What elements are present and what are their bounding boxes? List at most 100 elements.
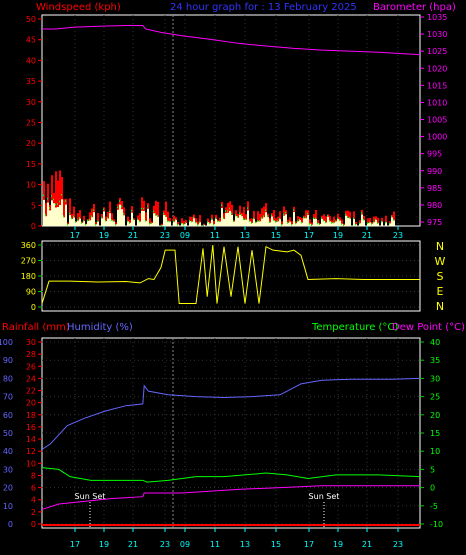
rain-tick-label: 8: [31, 471, 36, 480]
wind-avg-bar: [285, 214, 287, 226]
wind-avg-bar: [117, 209, 119, 226]
gust-point: [341, 223, 342, 225]
gust-point: [245, 218, 246, 220]
gust-point: [111, 219, 112, 221]
gust-point: [275, 221, 276, 223]
wind-avg-bar: [347, 217, 349, 226]
wind-avg-bar: [217, 221, 219, 226]
sunset-label: Sun Set: [75, 492, 106, 501]
wind-avg-bar: [87, 220, 89, 226]
rain-tick-label: 2: [31, 508, 36, 517]
dir-y-tick-label: 90: [26, 288, 36, 297]
gust-point: [361, 212, 362, 214]
rain-tick-label: 0: [31, 520, 36, 529]
gust-point: [239, 212, 240, 215]
gust-point: [121, 205, 122, 208]
gust-point: [253, 217, 254, 220]
gust-point: [59, 200, 60, 203]
dir-y-tick-label: 270: [21, 257, 36, 266]
gust-point: [127, 220, 128, 223]
gust-point: [133, 218, 134, 221]
gust-point: [377, 222, 378, 225]
wind-avg-bar: [123, 215, 125, 226]
gust-point: [67, 223, 68, 226]
gust-point: [177, 224, 178, 226]
windspeed-header: Windspeed (kph): [36, 2, 121, 13]
wind-x-tick-label: 19: [333, 231, 343, 240]
humidity-header: Humidity (%): [67, 322, 133, 333]
gust-point: [215, 217, 216, 220]
wind-avg-bar: [229, 210, 231, 226]
gust-point: [319, 223, 320, 226]
baro-y-tick-label: 1020: [427, 64, 447, 73]
wind-avg-bar: [259, 221, 261, 226]
gust-point: [251, 222, 252, 224]
gust-point: [389, 222, 390, 225]
wind-avg-bar: [89, 220, 91, 226]
humidity-tick-label: 40: [3, 447, 13, 456]
wind-avg-bar: [271, 216, 273, 226]
gust-point: [335, 220, 336, 222]
wind-avg-bar: [113, 221, 115, 226]
compass-label: W: [435, 255, 446, 268]
gust-point: [327, 214, 328, 217]
baro-y-tick-label: 980: [427, 201, 442, 210]
gust-point: [331, 222, 332, 224]
wind-avg-bar: [91, 217, 93, 226]
gust-point: [181, 222, 182, 225]
wind-avg-bar: [323, 220, 325, 226]
wind-avg-bar: [237, 217, 239, 226]
wind-avg-bar: [289, 221, 291, 226]
wind-avg-bar: [189, 221, 191, 226]
wind-avg-bar: [93, 212, 95, 226]
gust-point: [229, 207, 230, 210]
dir-y-tick-label: 180: [21, 272, 36, 281]
wind-avg-bar: [51, 200, 53, 226]
gust-point: [211, 218, 212, 220]
wind-avg-bar: [157, 216, 159, 226]
gust-point: [195, 221, 196, 224]
gust-point: [93, 209, 94, 211]
humidity-tick-label: 60: [3, 411, 13, 420]
wind-avg-bar: [97, 221, 99, 226]
wind-avg-bar: [253, 219, 255, 226]
gust-point: [137, 218, 138, 221]
gust-point: [89, 219, 90, 221]
wind-panel: [41, 14, 421, 227]
wind-x-tick-label: 17: [70, 231, 80, 240]
gust-point: [63, 215, 64, 218]
gust-point: [325, 221, 326, 224]
wind-avg-bar: [245, 219, 247, 226]
wind-avg-bar: [241, 216, 243, 226]
humidity-tick-label: 50: [3, 429, 13, 438]
gust-point: [355, 223, 356, 226]
humidity-tick-label: 70: [3, 393, 13, 402]
wind-avg-bar: [339, 220, 341, 226]
temperature-header: Temperature (°C): [311, 322, 398, 333]
temp-x-axis: 17 19 21 23 09 11 13 15 17 19 21 23: [70, 528, 403, 549]
gust-point: [43, 194, 44, 197]
wind-avg-bar: [71, 219, 73, 226]
wind-x-tick-label: 23: [160, 231, 170, 240]
rain-tick-label: 10: [26, 459, 36, 468]
weather-graph: Windspeed (kph) 24 hour graph for : 13 F…: [0, 2, 465, 549]
gust-point: [109, 210, 110, 213]
gust-point: [269, 221, 270, 224]
gust-point: [167, 220, 168, 222]
wind-avg-bar: [263, 217, 265, 226]
gust-point: [235, 214, 236, 216]
gust-point: [393, 219, 394, 221]
gust-point: [343, 224, 344, 227]
gust-point: [61, 194, 62, 196]
wind-avg-bar: [193, 218, 195, 226]
temp-tick-label: 40: [430, 338, 440, 347]
gust-point: [329, 220, 330, 222]
gust-point: [147, 205, 148, 207]
gust-point: [153, 210, 154, 213]
gust-point: [265, 209, 266, 212]
wind-y-tick-label: 0: [31, 222, 36, 231]
gust-point: [51, 195, 52, 197]
gust-point: [71, 217, 72, 220]
wind-avg-bar: [47, 202, 49, 226]
gust-point: [261, 217, 262, 219]
